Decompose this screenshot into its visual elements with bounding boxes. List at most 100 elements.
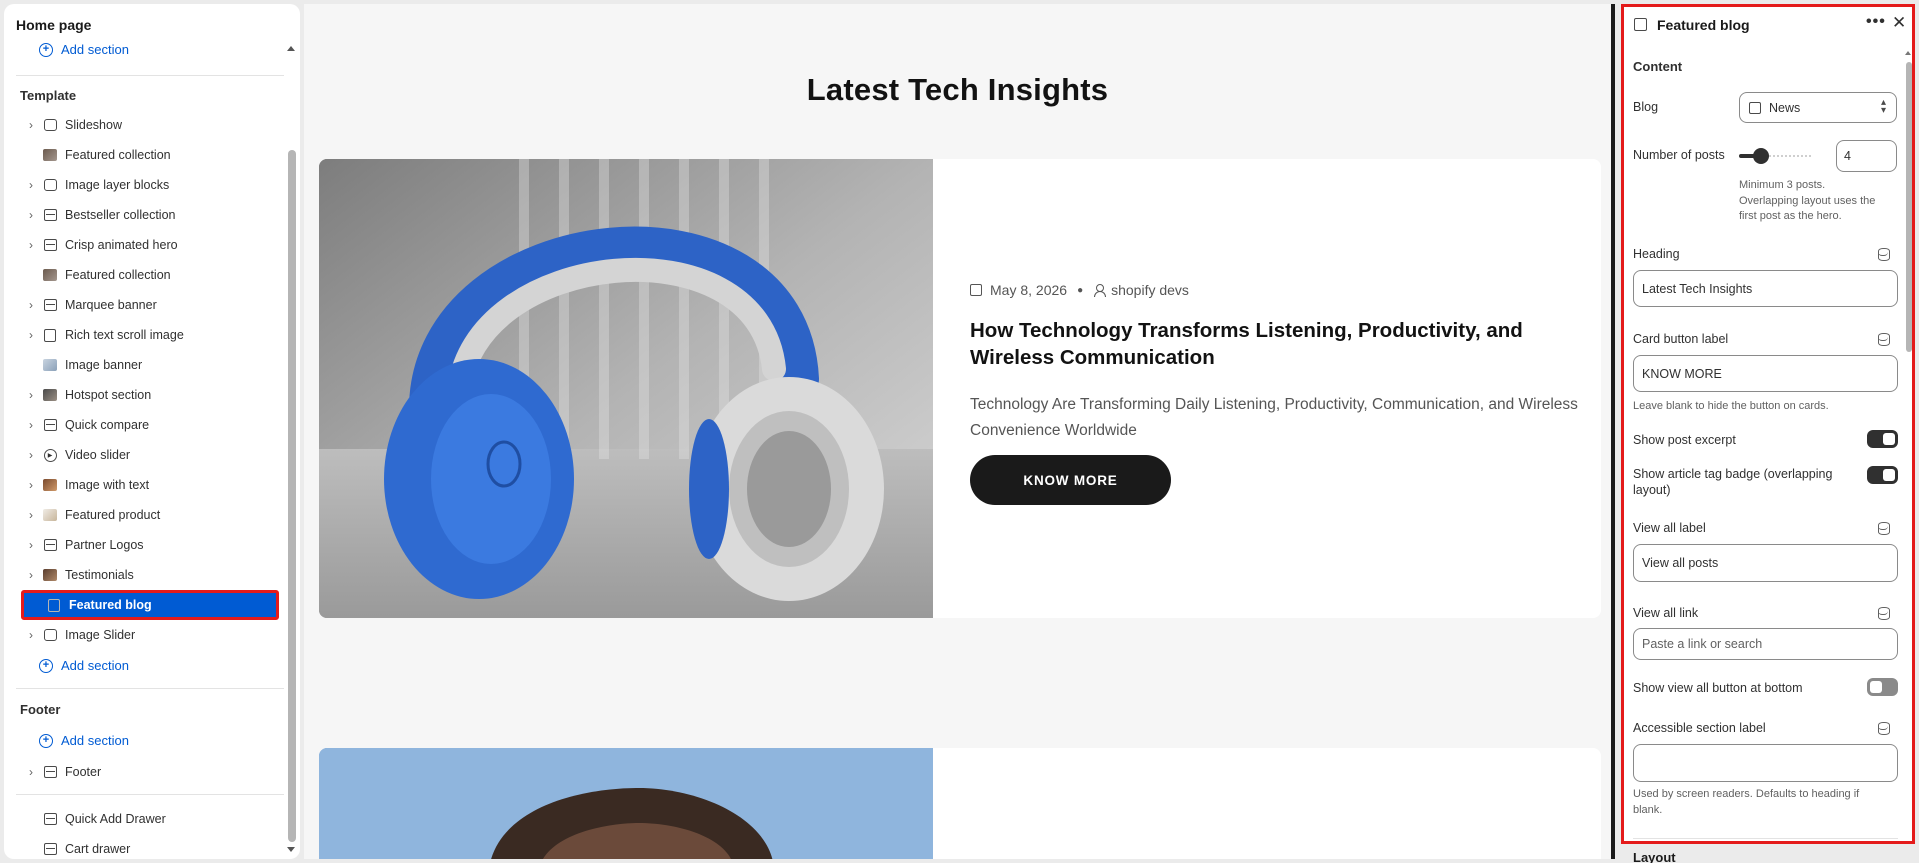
section-item-label: Featured blog <box>69 598 152 612</box>
chevron-right-icon[interactable]: › <box>24 178 38 192</box>
section-item-rich-text-scroll-image[interactable]: › Rich text scroll image <box>20 323 278 347</box>
scroll-up-arrow[interactable] <box>1905 51 1911 55</box>
blog-card-hero[interactable]: May 8, 2026 ● shopify devs How Technolog… <box>319 159 1601 618</box>
section-item-video-slider[interactable]: › ▶ Video slider <box>20 443 278 467</box>
show-view-all-bottom-toggle[interactable] <box>1867 678 1898 696</box>
show-tag-label-line: Show article tag badge (overlapping <box>1633 467 1833 481</box>
section-item-label: Image layer blocks <box>65 178 170 192</box>
section-item-image-banner[interactable]: › Image banner <box>20 353 278 377</box>
dynamic-source-icon[interactable] <box>1877 248 1890 261</box>
section-item-footer[interactable]: › Footer <box>20 760 278 784</box>
chevron-right-icon[interactable]: › <box>24 208 38 222</box>
plus-circle-icon: + <box>39 733 53 748</box>
select-caret-icon: ▴ ▾ <box>1880 97 1886 116</box>
scroll-up-arrow[interactable] <box>287 46 295 51</box>
section-item-partner-logos[interactable]: › Partner Logos <box>20 533 278 557</box>
section-item-image-slider[interactable]: › Image Slider <box>20 623 278 647</box>
slider-handle[interactable] <box>1753 148 1769 164</box>
chevron-right-icon[interactable]: › <box>24 568 38 582</box>
chevron-right-icon[interactable]: › <box>24 388 38 402</box>
post-title[interactable]: How Technology Transforms Listening, Pro… <box>970 317 1590 371</box>
text-icon <box>43 328 57 342</box>
more-actions-icon[interactable]: ••• <box>1866 13 1886 31</box>
chevron-right-icon[interactable]: › <box>24 765 38 779</box>
chevron-right-icon[interactable]: › <box>24 298 38 312</box>
blog-select[interactable]: News ▴ ▾ <box>1739 92 1897 123</box>
section-item-marquee-banner[interactable]: › Marquee banner <box>20 293 278 317</box>
section-item-image-layer-blocks[interactable]: › Image layer blocks <box>20 173 278 197</box>
posts-number-input[interactable]: 4 <box>1836 140 1897 172</box>
accessible-input[interactable] <box>1633 744 1898 782</box>
divider <box>1633 838 1898 839</box>
section-item-hotspot-section[interactable]: › Hotspot section <box>20 383 278 407</box>
posts-slider[interactable] <box>1739 148 1811 164</box>
section-item-label: Image Slider <box>65 628 136 642</box>
section-item-bestseller-collection[interactable]: › Bestseller collection <box>20 203 278 227</box>
section-item-quick-compare[interactable]: › Quick compare <box>20 413 278 437</box>
chevron-right-icon[interactable]: › <box>24 628 38 642</box>
dynamic-source-icon[interactable] <box>1877 722 1890 735</box>
add-section-template[interactable]: + Add section <box>39 658 129 673</box>
sidebar-scrollbar[interactable] <box>288 150 296 842</box>
section-icon <box>43 238 57 252</box>
heading-input[interactable]: Latest Tech Insights <box>1633 270 1898 307</box>
content-heading: Content <box>1633 59 1683 74</box>
section-item-label: Partner Logos <box>65 538 144 552</box>
posts-label: Number of posts <box>1633 148 1725 162</box>
section-item-label: Video slider <box>65 448 131 462</box>
blog-label: Blog <box>1633 100 1659 114</box>
divider <box>16 688 284 689</box>
chevron-right-icon[interactable]: › <box>24 118 38 132</box>
know-more-button[interactable]: KNOW MORE <box>970 455 1171 505</box>
overlay-item-cart-drawer[interactable]: › Cart drawer <box>20 837 278 859</box>
post-date: May 8, 2026 <box>990 282 1068 298</box>
sections-panel: Home page + Add section Template › Slide… <box>4 4 300 859</box>
section-icon <box>43 418 57 432</box>
card-button-input[interactable]: KNOW MORE <box>1633 355 1898 392</box>
view-all-input[interactable]: View all posts <box>1633 544 1898 582</box>
chevron-right-icon[interactable]: › <box>24 448 38 462</box>
section-item-featured-product[interactable]: › Featured product <box>20 503 278 527</box>
chevron-right-icon[interactable]: › <box>24 478 38 492</box>
dynamic-source-icon[interactable] <box>1877 522 1890 535</box>
add-section-footer[interactable]: + Add section <box>39 733 129 748</box>
calendar-icon <box>970 284 982 296</box>
section-icon <box>43 765 57 779</box>
section-item-label: Featured collection <box>65 268 171 282</box>
section-item-featured-collection-2[interactable]: › Featured collection <box>20 263 278 287</box>
accessible-help-line: Used by screen readers. Defaults to head… <box>1633 788 1860 800</box>
blog-card-2[interactable] <box>319 748 1601 859</box>
sections-sidebar: Home page + Add section Template › Slide… <box>0 0 302 863</box>
plus-circle-icon: + <box>39 42 53 57</box>
section-item-label: Testimonials <box>65 568 134 582</box>
chevron-right-icon[interactable]: › <box>24 538 38 552</box>
show-excerpt-toggle[interactable] <box>1867 430 1898 448</box>
section-item-crisp-animated-hero[interactable]: › Crisp animated hero <box>20 233 278 257</box>
blog-edit-icon <box>1634 18 1647 31</box>
chevron-right-icon[interactable]: › <box>24 238 38 252</box>
section-item-featured-blog[interactable]: › Featured blog <box>21 590 279 620</box>
show-tag-toggle[interactable] <box>1867 466 1898 484</box>
section-item-image-with-text[interactable]: › Image with text <box>20 473 278 497</box>
dynamic-source-icon[interactable] <box>1877 607 1890 620</box>
panel-scrollbar[interactable] <box>1906 62 1912 352</box>
scroll-down-arrow[interactable] <box>287 847 295 852</box>
image-icon <box>43 628 57 642</box>
view-all-link-input[interactable]: Paste a link or search <box>1633 628 1898 660</box>
close-icon[interactable]: ✕ <box>1892 13 1906 33</box>
blog-section-heading: Latest Tech Insights <box>806 72 1109 107</box>
section-item-featured-collection[interactable]: › Featured collection <box>20 143 278 167</box>
section-item-label: Hotspot section <box>65 388 152 402</box>
chevron-right-icon[interactable]: › <box>24 508 38 522</box>
add-section-header[interactable]: + Add section <box>39 42 129 57</box>
chevron-right-icon[interactable]: › <box>24 328 38 342</box>
section-item-slideshow[interactable]: › Slideshow <box>20 113 278 137</box>
show-tag-label: Show article tag badge (overlapping layo… <box>1633 466 1832 498</box>
chevron-right-icon[interactable]: › <box>24 418 38 432</box>
page-title: Home page <box>16 17 92 33</box>
heading-label: Heading <box>1633 247 1680 261</box>
overlay-item-quick-add-drawer[interactable]: › Quick Add Drawer <box>20 807 278 831</box>
section-item-testimonials[interactable]: › Testimonials <box>20 563 278 587</box>
section-item-label: Bestseller collection <box>65 208 176 222</box>
dynamic-source-icon[interactable] <box>1877 333 1890 346</box>
